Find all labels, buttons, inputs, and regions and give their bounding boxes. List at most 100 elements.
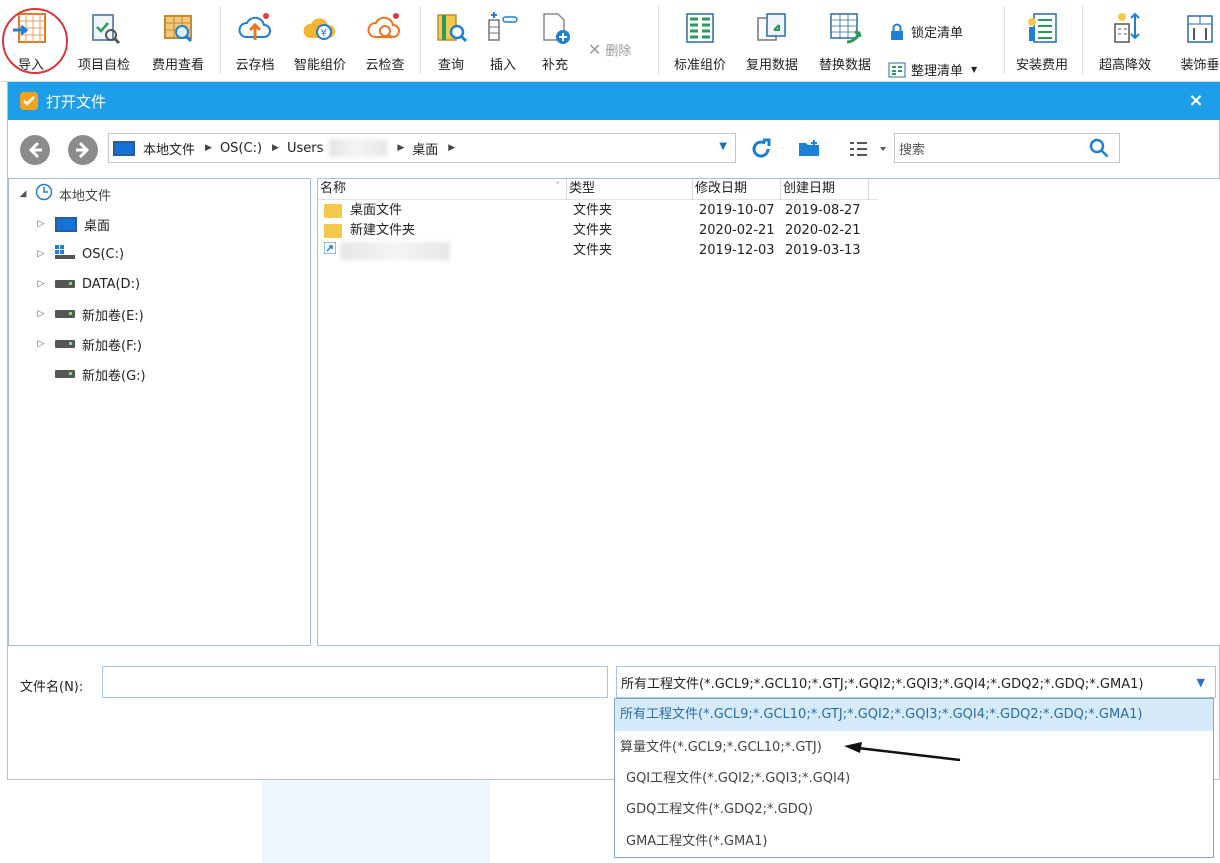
back-button[interactable]	[20, 135, 50, 165]
collapsed-arrow-icon[interactable]: ▷	[35, 249, 47, 259]
lock-icon	[888, 23, 906, 41]
monitor-icon	[113, 140, 135, 156]
breadcrumb-users-label: Users	[286, 140, 324, 156]
tree-item-label: 新加卷(G:)	[82, 368, 146, 384]
view-list-icon[interactable]	[848, 140, 888, 158]
shortcut-folder-icon	[323, 241, 337, 261]
ribbon-toolbar: 导入 项目自检 费用查看 云存档 ¥ 智能组价 云检查 查询 插入 补充 ✕ 删…	[0, 0, 1220, 82]
column-header-name[interactable]: 名称 ˇ	[318, 179, 567, 200]
tree-item-label: DATA(D:)	[82, 276, 141, 292]
copy-sheet-icon	[754, 10, 790, 46]
tree-item-drive-c[interactable]: ▷ OS(C:)	[35, 243, 124, 265]
self-check-button[interactable]: 项目自检	[72, 0, 136, 80]
file-created: 2019-08-27	[785, 203, 861, 218]
table-replace-icon	[827, 10, 863, 46]
column-header-created[interactable]: 创建日期	[781, 179, 869, 200]
std-price-label: 标准组价	[673, 58, 726, 73]
tree-root-local[interactable]: ◢ 本地文件	[17, 183, 111, 205]
lock-list-button[interactable]: 锁定清单	[888, 22, 963, 41]
expanded-arrow-icon[interactable]: ◢	[17, 189, 29, 199]
file-type: 文件夹	[573, 203, 613, 218]
tree-root-label: 本地文件	[59, 188, 112, 204]
file-type-option[interactable]: GMA工程文件(*.GMA1)	[615, 826, 1213, 858]
reuse-data-button[interactable]: 复用数据	[740, 0, 804, 80]
self-check-label: 项目自检	[77, 58, 130, 73]
search-input[interactable]: 搜索	[894, 133, 1120, 163]
tree-item-desktop[interactable]: ▷ 桌面	[35, 213, 110, 235]
column-header-modified[interactable]: 修改日期	[693, 179, 781, 200]
toolbar-separator	[1082, 6, 1083, 74]
decor-vertical-button[interactable]: 装饰垂	[1170, 0, 1220, 80]
arrow-left-icon	[28, 141, 42, 159]
tree-item-drive-d[interactable]: ▷ DATA(D:)	[35, 273, 141, 295]
decor-vertical-label: 装饰垂	[1180, 58, 1220, 73]
file-type-option[interactable]: 所有工程文件(*.GCL9;*.GCL10;*.GTJ;*.GQI2;*.GQI…	[615, 699, 1213, 731]
fee-view-button[interactable]: 费用查看	[146, 0, 210, 80]
table-row[interactable]: 桌面文件 文件夹 2019-10-07 2019-08-27	[318, 201, 868, 221]
organize-list-button[interactable]: 整理清单 ▼	[888, 60, 977, 79]
collapsed-arrow-icon[interactable]: ▷	[35, 219, 47, 229]
filename-input[interactable]	[102, 666, 608, 698]
file-created: 2020-02-21	[785, 223, 861, 238]
book-search-icon	[433, 10, 469, 46]
high-reduce-button[interactable]: 超高降效	[1090, 0, 1160, 80]
navigation-bar: 本地文件 ▶ OS(C:) ▶ Users ▶ 桌面 ▶ ▼ 搜索	[8, 120, 1220, 176]
file-name: 新建文件夹	[350, 223, 416, 238]
breadcrumb-desktop[interactable]: 桌面 ▶	[412, 139, 455, 158]
std-price-button[interactable]: 标准组价	[668, 0, 732, 80]
file-type-select[interactable]: 所有工程文件(*.GCL9;*.GCL10;*.GTJ;*.GQI2;*.GQI…	[616, 666, 1216, 698]
file-modified: 2020-02-21	[699, 223, 775, 238]
insert-button[interactable]: 插入	[482, 0, 524, 80]
tree-item-drive-g[interactable]: 新加卷(G:)	[35, 363, 146, 385]
breadcrumb-drive[interactable]: OS(C:) ▶	[220, 141, 279, 156]
check-magnifier-icon	[86, 10, 122, 46]
reuse-data-label: 复用数据	[745, 58, 798, 73]
dialog-titlebar: 打开文件 ×	[8, 82, 1220, 120]
cloud-archive-button[interactable]: 云存档	[230, 0, 280, 80]
query-label: 查询	[437, 58, 464, 73]
organize-list-icon	[888, 61, 906, 79]
cloud-check-button[interactable]: 云检查	[360, 0, 410, 80]
collapsed-arrow-icon[interactable]: ▷	[35, 279, 47, 289]
address-bar[interactable]: 本地文件 ▶ OS(C:) ▶ Users ▶ 桌面 ▶ ▼	[108, 133, 736, 163]
column-name-label: 名称	[320, 181, 347, 196]
table-row[interactable]: 新建文件夹 文件夹 2020-02-21 2020-02-21	[318, 221, 868, 241]
close-button[interactable]: ×	[1185, 90, 1207, 112]
breadcrumb-users[interactable]: Users ▶	[287, 139, 404, 157]
tree-item-drive-f[interactable]: ▷ 新加卷(F:)	[35, 333, 142, 355]
supplement-button[interactable]: 补充	[534, 0, 576, 80]
file-type-option[interactable]: GQI工程文件(*.GQI2;*.GQI3;*.GQI4)	[615, 763, 1213, 795]
file-type-option[interactable]: GDQ工程文件(*.GDQ2;*.GDQ)	[615, 794, 1213, 826]
organize-list-label: 整理清单	[911, 64, 964, 79]
arrow-right-icon	[76, 141, 90, 159]
filename-label: 文件名(N):	[20, 680, 84, 695]
collapsed-arrow-icon[interactable]: ▷	[35, 339, 47, 349]
install-fee-button[interactable]: 安装费用	[1010, 0, 1074, 80]
smart-price-button[interactable]: ¥ 智能组价	[288, 0, 352, 80]
chevron-down-icon[interactable]: ▼	[1197, 676, 1205, 689]
delete-button[interactable]: ✕ 删除	[588, 40, 631, 59]
address-dropdown-icon[interactable]: ▼	[719, 141, 727, 152]
tree-item-drive-e[interactable]: ▷ 新加卷(E:)	[35, 303, 144, 325]
cloud-search-icon	[367, 10, 403, 46]
new-folder-icon[interactable]	[798, 139, 820, 157]
table-row[interactable]: 文件夹 2019-12-03 2019-03-13	[318, 241, 868, 261]
column-header-type[interactable]: 类型	[567, 179, 693, 200]
query-button[interactable]: 查询	[430, 0, 472, 80]
windows-drive-icon	[55, 245, 75, 263]
collapsed-arrow-icon[interactable]: ▷	[35, 309, 47, 319]
forward-button[interactable]	[68, 135, 98, 165]
file-type-selected: 所有工程文件(*.GCL9;*.GCL10;*.GTJ;*.GQI2;*.GQI…	[621, 676, 1144, 692]
open-file-dialog: 打开文件 × 本地文件 ▶ OS(C:) ▶ Users ▶ 桌面 ▶ ▼ 搜索	[7, 82, 1220, 780]
folder-tree: ◢ 本地文件 ▷ 桌面 ▷ OS(C:) ▷ DATA(D:) ▷ 新加卷(E:…	[8, 178, 311, 646]
replace-data-label: 替换数据	[818, 58, 871, 73]
high-reduce-label: 超高降效	[1098, 58, 1151, 73]
refresh-icon[interactable]	[749, 137, 773, 161]
chevron-right-icon: ▶	[397, 143, 405, 153]
breadcrumb-local[interactable]: 本地文件 ▶	[143, 139, 212, 158]
chevron-right-icon: ▶	[448, 143, 456, 153]
drive-icon	[55, 370, 75, 378]
redacted-name	[340, 242, 450, 260]
replace-data-button[interactable]: 替换数据	[813, 0, 877, 80]
search-icon[interactable]	[1089, 138, 1109, 158]
